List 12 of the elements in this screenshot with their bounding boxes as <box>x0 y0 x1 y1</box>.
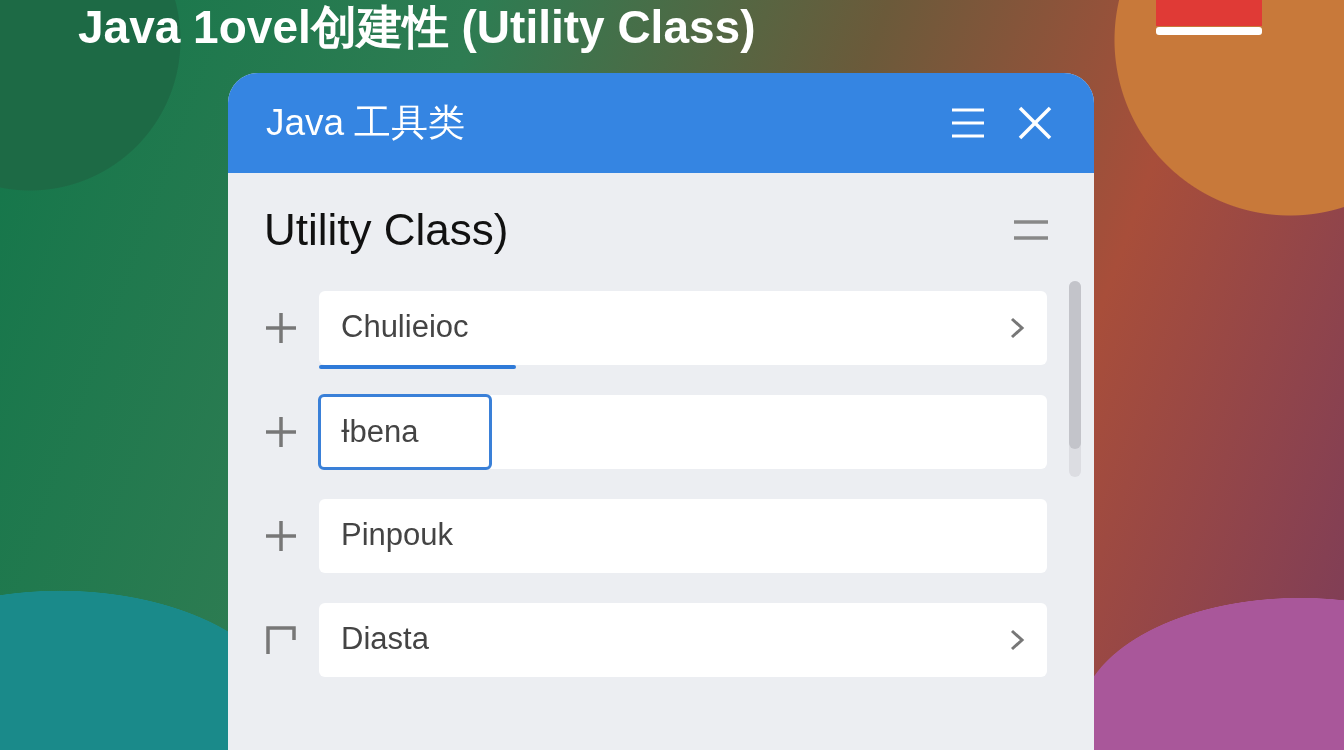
plus-icon <box>265 311 297 344</box>
list-item[interactable]: Ɨbena <box>319 394 1047 469</box>
close-icon <box>1018 105 1052 140</box>
menu-icon <box>950 106 986 139</box>
options-icon <box>1014 217 1048 242</box>
plus-icon <box>265 519 297 552</box>
list-item[interactable]: Pinpouk <box>319 498 1047 573</box>
window-title: Java 工具类 <box>266 100 466 145</box>
plus-icon <box>265 415 297 448</box>
list-item[interactable]: Diasta <box>319 602 1047 677</box>
page-title: Java 1ovel创建性 (Utility Class) <box>78 2 756 53</box>
panel-heading: Utility Class) <box>264 203 509 256</box>
